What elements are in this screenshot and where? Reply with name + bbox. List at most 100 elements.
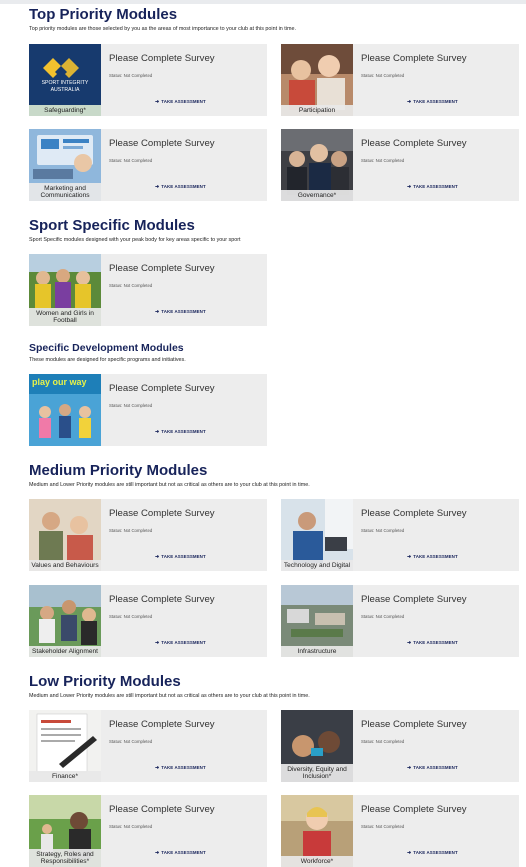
- card-title: Please Complete Survey: [361, 594, 467, 605]
- module-thumbnail: Stakeholder Alignment: [29, 585, 101, 657]
- arrow-right-icon: ➜: [407, 765, 412, 771]
- poster-text: play our way: [32, 377, 87, 387]
- section-title: Specific Development Modules: [29, 342, 184, 354]
- module-card-stakeholder[interactable]: Stakeholder Alignment Please Complete Su…: [29, 585, 267, 657]
- module-card-participation[interactable]: Participation Please Complete Survey Sta…: [281, 44, 519, 116]
- take-assessment-button[interactable]: ➜ TAKE ASSESSMENT: [155, 184, 206, 190]
- module-card-safeguarding[interactable]: SPORT INTEGRITY AUSTRALIA Safeguarding* …: [29, 44, 267, 116]
- arrow-right-icon: ➜: [407, 640, 412, 646]
- section-description: These modules are designed for specific …: [29, 357, 186, 363]
- card-title: Please Complete Survey: [109, 53, 215, 64]
- section-title: Medium Priority Modules: [29, 462, 208, 479]
- module-thumbnail: Finance*: [29, 710, 101, 782]
- arrow-right-icon: ➜: [407, 184, 412, 190]
- button-label: TAKE ASSESSMENT: [413, 99, 458, 104]
- take-assessment-button[interactable]: ➜ TAKE ASSESSMENT: [407, 765, 458, 771]
- card-status: Status: Not Completed: [361, 73, 405, 78]
- section-description: Top priority modules are those selected …: [29, 26, 296, 32]
- arrow-right-icon: ➜: [155, 765, 160, 771]
- module-thumbnail: SPORT INTEGRITY AUSTRALIA Safeguarding*: [29, 44, 101, 116]
- arrow-right-icon: ➜: [155, 309, 160, 315]
- module-thumbnail: Governance*: [281, 129, 353, 201]
- module-label: Governance*: [281, 190, 353, 201]
- button-label: TAKE ASSESSMENT: [413, 184, 458, 189]
- module-label: Participation: [281, 105, 353, 116]
- module-card-governance[interactable]: Governance* Please Complete Survey Statu…: [281, 129, 519, 201]
- module-thumbnail: Marketing and Communications: [29, 129, 101, 201]
- button-label: TAKE ASSESSMENT: [161, 429, 206, 434]
- arrow-right-icon: ➜: [155, 640, 160, 646]
- module-thumbnail: Women and Girls in Football: [29, 254, 101, 326]
- module-card-diversity[interactable]: Diversity, Equity and Inclusion* Please …: [281, 710, 519, 782]
- module-card-strategy[interactable]: Strategy, Roles and Responsibilities* Pl…: [29, 795, 267, 867]
- card-status: Status: Not Completed: [109, 73, 153, 78]
- module-thumbnail: play our way: [29, 374, 101, 446]
- arrow-right-icon: ➜: [407, 99, 412, 105]
- take-assessment-button[interactable]: ➜ TAKE ASSESSMENT: [407, 554, 458, 560]
- take-assessment-button[interactable]: ➜ TAKE ASSESSMENT: [407, 184, 458, 190]
- card-status: Status: Not Completed: [109, 824, 153, 829]
- module-thumbnail: Workforce*: [281, 795, 353, 867]
- arrow-right-icon: ➜: [155, 429, 160, 435]
- card-status: Status: Not Completed: [109, 283, 153, 288]
- button-label: TAKE ASSESSMENT: [413, 850, 458, 855]
- card-title: Please Complete Survey: [361, 804, 467, 815]
- module-card-workforce[interactable]: Workforce* Please Complete Survey Status…: [281, 795, 519, 867]
- section-title: Top Priority Modules: [29, 6, 178, 23]
- button-label: TAKE ASSESSMENT: [413, 554, 458, 559]
- card-status: Status: Not Completed: [361, 739, 405, 744]
- section-title: Low Priority Modules: [29, 673, 181, 690]
- module-thumbnail: Infrastructure: [281, 585, 353, 657]
- card-status: Status: Not Completed: [361, 528, 405, 533]
- logo-text-line1: SPORT INTEGRITY: [41, 80, 89, 86]
- card-status: Status: Not Completed: [109, 403, 153, 408]
- card-status: Status: Not Completed: [361, 824, 405, 829]
- card-title: Please Complete Survey: [109, 263, 215, 274]
- section-description: Medium and Lower Priority modules are st…: [29, 693, 310, 699]
- module-card-technology[interactable]: Technology and Digital Please Complete S…: [281, 499, 519, 571]
- card-title: Please Complete Survey: [109, 804, 215, 815]
- module-card-infrastructure[interactable]: Infrastructure Please Complete Survey St…: [281, 585, 519, 657]
- development-section: Specific Development Modules These modul…: [29, 342, 519, 363]
- module-label: Workforce*: [281, 856, 353, 867]
- take-assessment-button[interactable]: ➜ TAKE ASSESSMENT: [155, 640, 206, 646]
- take-assessment-button[interactable]: ➜ TAKE ASSESSMENT: [155, 554, 206, 560]
- button-label: TAKE ASSESSMENT: [161, 309, 206, 314]
- arrow-right-icon: ➜: [407, 554, 412, 560]
- top-scroll-bar: [0, 0, 526, 4]
- button-label: TAKE ASSESSMENT: [413, 640, 458, 645]
- take-assessment-button[interactable]: ➜ TAKE ASSESSMENT: [407, 640, 458, 646]
- module-card-finance[interactable]: Finance* Please Complete Survey Status: …: [29, 710, 267, 782]
- arrow-right-icon: ➜: [155, 554, 160, 560]
- module-card-values[interactable]: Values and Behaviours Please Complete Su…: [29, 499, 267, 571]
- module-label: Diversity, Equity and Inclusion*: [281, 763, 353, 782]
- take-assessment-button[interactable]: ➜ TAKE ASSESSMENT: [155, 99, 206, 105]
- section-title: Sport Specific Modules: [29, 217, 195, 234]
- sport-specific-section: Sport Specific Modules Sport Specific mo…: [29, 217, 519, 243]
- button-label: TAKE ASSESSMENT: [161, 850, 206, 855]
- card-title: Please Complete Survey: [361, 53, 467, 64]
- module-label: Technology and Digital: [281, 560, 353, 571]
- module-card-play-our-way[interactable]: play our way Please Complete Survey Stat…: [29, 374, 267, 446]
- module-thumbnail: Diversity, Equity and Inclusion*: [281, 710, 353, 782]
- take-assessment-button[interactable]: ➜ TAKE ASSESSMENT: [155, 309, 206, 315]
- take-assessment-button[interactable]: ➜ TAKE ASSESSMENT: [407, 850, 458, 856]
- module-label: Marketing and Communications: [29, 182, 101, 201]
- card-status: Status: Not Completed: [109, 614, 153, 619]
- button-label: TAKE ASSESSMENT: [161, 99, 206, 104]
- button-label: TAKE ASSESSMENT: [161, 765, 206, 770]
- take-assessment-button[interactable]: ➜ TAKE ASSESSMENT: [155, 850, 206, 856]
- arrow-right-icon: ➜: [155, 99, 160, 105]
- take-assessment-button[interactable]: ➜ TAKE ASSESSMENT: [155, 765, 206, 771]
- module-label: Values and Behaviours: [29, 560, 101, 571]
- card-title: Please Complete Survey: [361, 719, 467, 730]
- module-card-marketing[interactable]: Marketing and Communications Please Comp…: [29, 129, 267, 201]
- take-assessment-button[interactable]: ➜ TAKE ASSESSMENT: [407, 99, 458, 105]
- card-title: Please Complete Survey: [109, 594, 215, 605]
- section-description: Sport Specific modules designed with you…: [29, 237, 241, 243]
- card-title: Please Complete Survey: [361, 138, 467, 149]
- card-title: Please Complete Survey: [109, 383, 215, 394]
- medium-priority-section: Medium Priority Modules Medium and Lower…: [29, 462, 519, 488]
- module-card-women-football[interactable]: Women and Girls in Football Please Compl…: [29, 254, 267, 326]
- take-assessment-button[interactable]: ➜ TAKE ASSESSMENT: [155, 429, 206, 435]
